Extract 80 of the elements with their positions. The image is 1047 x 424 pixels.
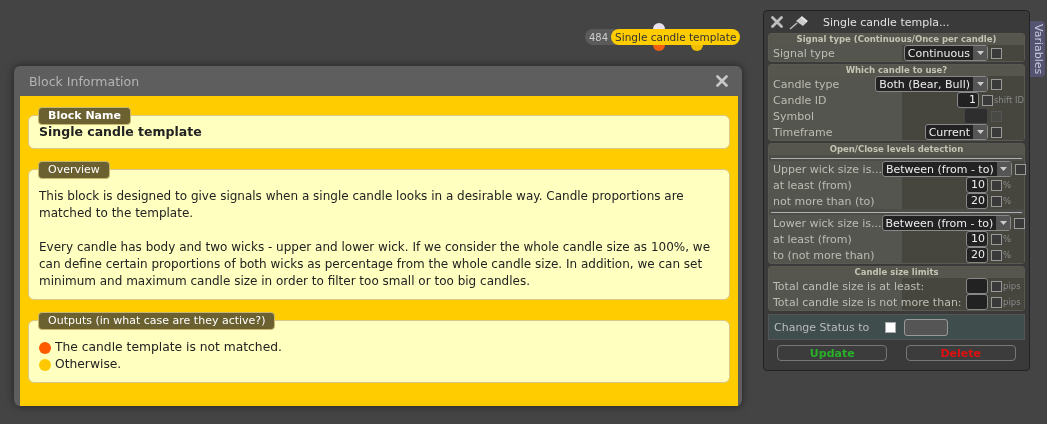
unit-label: % (1002, 180, 1013, 190)
unit-label: % (1002, 234, 1013, 244)
checkbox[interactable] (981, 94, 993, 106)
dropdown[interactable]: Both (Bear, Bull) (875, 76, 988, 92)
field-label: Upper wick size is... (772, 162, 882, 176)
checkbox[interactable] (991, 280, 1002, 292)
dropdown-value: Continuous (906, 46, 971, 60)
node-block[interactable]: Single candle template (611, 29, 741, 45)
close-icon[interactable] (716, 75, 728, 87)
number-field[interactable]: 10 (966, 177, 988, 193)
group-header: Candle size limits (769, 267, 1024, 278)
group-header: Which candle to use? (769, 65, 1024, 76)
field-label: Signal type (772, 46, 836, 60)
field-label: Candle type (772, 77, 841, 91)
field-label: at least (from) (772, 178, 853, 192)
dropdown[interactable]: Continuous (903, 45, 988, 61)
checkbox[interactable] (991, 249, 1002, 261)
overview-text: This block is designed to give signals when a single candle looks in a desirable way. Candle proportions are matched to the template. (39, 188, 685, 222)
checkbox[interactable] (991, 179, 1002, 191)
checkbox[interactable] (991, 233, 1002, 245)
caret-icon (996, 162, 1011, 176)
block-name: Single candle template (39, 123, 203, 139)
field-label: Lower wick size is... (772, 216, 882, 230)
checkbox[interactable] (991, 296, 1002, 308)
field-label: Total candle size is at least: (772, 279, 926, 293)
field-label: Timeframe (772, 125, 834, 139)
dropdown[interactable]: Between (from - to) (881, 215, 1012, 231)
section-label: Block Name (38, 107, 131, 125)
unit-label: pips (1002, 281, 1022, 291)
field-label: not more than (to) (772, 194, 876, 208)
overview-text: Every candle has body and two wicks - upper and lower wick. If we consider the whole candle size as 100%, we can define certain proportions of both wicks as percentage from the whole candle size. In addition, we can set minimum and maximum candle size in order to filter too small or too big candles. (39, 239, 712, 290)
dropdown-value: Between (from - to) (884, 162, 995, 176)
field-label: Total candle size is not more than: (772, 295, 963, 309)
field-label: at least (from) (772, 232, 853, 246)
number-field[interactable]: 1 (956, 92, 979, 108)
checkbox[interactable] (885, 321, 897, 333)
variables-tab[interactable]: Variables (1030, 21, 1045, 78)
field-label: to (not more than) (772, 248, 876, 262)
field-label: Candle ID (772, 93, 828, 107)
close-icon[interactable] (771, 16, 783, 28)
status-label: Change Status to (774, 320, 870, 334)
number-field[interactable]: 20 (966, 247, 988, 263)
checkbox[interactable] (1014, 217, 1026, 229)
number-field[interactable]: 10 (966, 231, 988, 247)
caret-icon (996, 216, 1011, 230)
output-port[interactable] (653, 45, 665, 51)
checkbox[interactable] (991, 78, 1002, 90)
section-label: Overview (38, 161, 110, 179)
dropdown[interactable]: Current (924, 124, 988, 140)
unit-label: pips (1002, 297, 1022, 307)
number-field (964, 108, 988, 124)
number-field[interactable] (966, 278, 988, 294)
output-label: Otherwise. (55, 356, 122, 373)
window-title: Block Information (29, 73, 140, 89)
dropdown-value: Current (927, 125, 971, 139)
section-label: Outputs (in what case are they active?) (38, 312, 276, 330)
checkbox[interactable] (991, 126, 1002, 138)
output-label: The candle template is not matched. (55, 339, 282, 356)
output-port[interactable] (691, 45, 703, 51)
dropdown-value: Both (Bear, Bull) (878, 77, 971, 91)
unit-label: % (1002, 250, 1013, 260)
panel-title: Single candle templa... (823, 15, 950, 29)
node-id: 484 (588, 31, 610, 43)
pin-icon[interactable] (788, 14, 810, 30)
number-field[interactable] (966, 294, 988, 310)
group-header: Signal type (Continuous/Once per candle) (769, 34, 1024, 45)
unit-label: % (1002, 196, 1013, 206)
checkbox[interactable] (991, 195, 1002, 207)
group-header: Open/Close levels detection (769, 144, 1024, 155)
checkbox[interactable] (1014, 163, 1026, 175)
dropdown[interactable]: Between (from - to) (881, 161, 1012, 177)
unit-label: shift ID (992, 95, 1024, 105)
number-field[interactable]: 20 (966, 193, 988, 209)
input-port[interactable] (653, 23, 665, 29)
status-field[interactable] (904, 318, 949, 336)
field-label: Symbol (772, 109, 815, 123)
caret-icon (973, 77, 987, 91)
dropdown-value: Between (from - to) (884, 216, 995, 230)
update-button[interactable]: Update (777, 345, 888, 361)
checkbox[interactable] (991, 47, 1002, 59)
